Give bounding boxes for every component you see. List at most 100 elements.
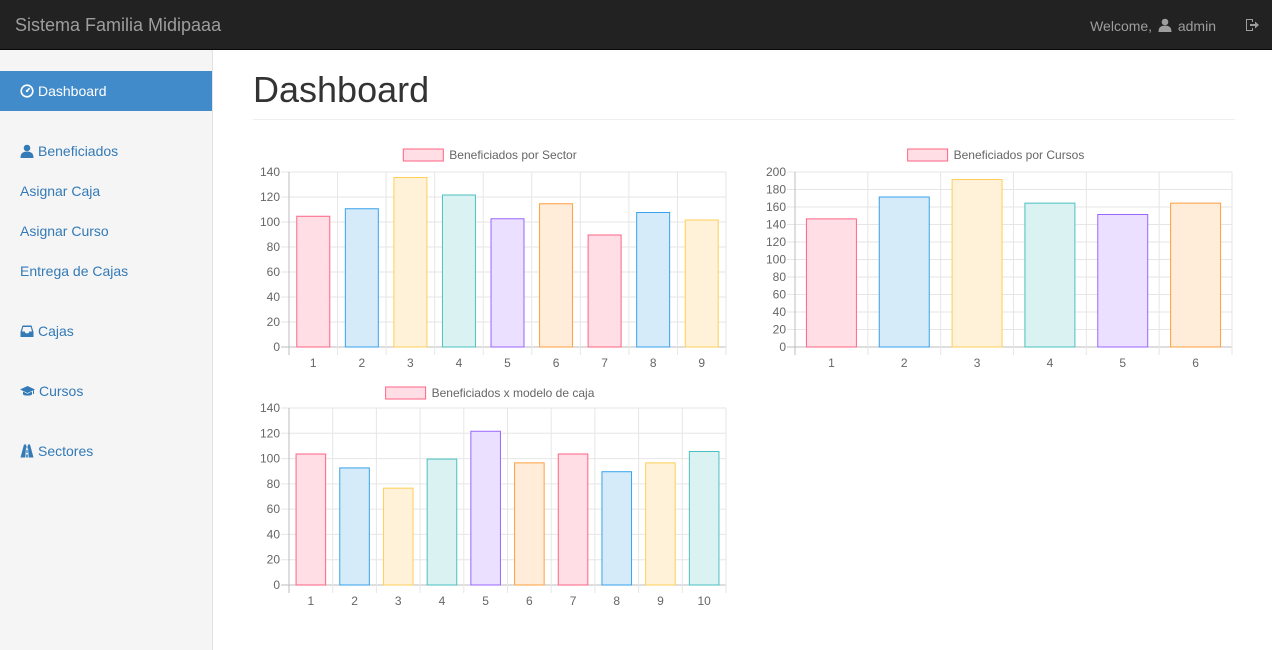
sidebar-item-sectores[interactable]: Sectores: [0, 431, 212, 471]
x-tick-label: 9: [657, 594, 664, 608]
sidebar-item-asignar-caja[interactable]: Asignar Caja: [0, 171, 212, 211]
bar[interactable]: [339, 467, 370, 586]
sidebar-item-label: Cajas: [38, 323, 74, 339]
page-title: Dashboard: [253, 69, 430, 110]
x-tick-label: 1: [310, 356, 317, 370]
x-tick-label: 6: [526, 594, 533, 608]
sidebar-item-label: Dashboard: [38, 83, 107, 99]
username: admin: [1177, 18, 1216, 34]
y-tick-label: 80: [773, 270, 787, 284]
sidebar-item-label: Cursos: [39, 383, 84, 399]
sidebar-item-label: Asignar Curso: [20, 223, 109, 239]
y-tick-label: 0: [273, 578, 280, 592]
bar[interactable]: [393, 177, 428, 348]
y-tick-label: 120: [766, 235, 786, 249]
logout-icon[interactable]: [1244, 17, 1260, 33]
x-tick-label: 8: [613, 594, 620, 608]
bar[interactable]: [296, 215, 331, 348]
bar[interactable]: [539, 203, 574, 348]
y-tick-label: 20: [773, 323, 787, 337]
bar[interactable]: [805, 218, 857, 348]
chart-legend[interactable]: Beneficiados por Sector: [402, 148, 577, 162]
inbox-icon: [20, 325, 34, 337]
bar-chart-svg: Beneficiados por Sector02040608010012014…: [260, 148, 727, 370]
x-tick-label: 7: [601, 356, 608, 370]
road-icon: [20, 444, 34, 458]
y-tick-label: 100: [766, 253, 786, 267]
sidebar: Dashboard Beneficiados Asignar Caja Asig…: [0, 50, 213, 650]
bar[interactable]: [951, 179, 1003, 348]
bar[interactable]: [382, 487, 414, 586]
legend-swatch: [385, 386, 427, 400]
legend-label: Beneficiados por Cursos: [954, 148, 1085, 162]
x-tick-label: 3: [395, 594, 402, 608]
x-tick-label: 5: [482, 594, 489, 608]
bar[interactable]: [557, 453, 589, 586]
y-tick-label: 0: [779, 340, 786, 354]
x-tick-label: 9: [698, 356, 705, 370]
bar[interactable]: [601, 471, 633, 586]
user-icon: [1158, 18, 1172, 32]
x-tick-label: 4: [456, 356, 463, 370]
bar[interactable]: [1097, 214, 1149, 348]
x-tick-label: 2: [901, 356, 908, 370]
y-tick-label: 200: [766, 165, 786, 179]
y-tick-label: 100: [260, 215, 280, 229]
x-tick-label: 4: [1047, 356, 1054, 370]
bar-chart-svg: Beneficiados por Cursos02040608010012014…: [766, 148, 1233, 370]
sidebar-item-cursos[interactable]: Cursos: [0, 371, 212, 411]
bar[interactable]: [645, 462, 676, 586]
bar[interactable]: [344, 208, 379, 348]
bar[interactable]: [636, 212, 671, 348]
y-tick-label: 40: [267, 290, 281, 304]
bar[interactable]: [684, 219, 719, 348]
bar[interactable]: [441, 194, 476, 348]
sidebar-item-entrega-de-cajas[interactable]: Entrega de Cajas: [0, 251, 212, 291]
bar[interactable]: [878, 196, 930, 348]
bar[interactable]: [426, 458, 458, 586]
welcome-user[interactable]: Welcome, admin: [1090, 17, 1216, 35]
y-tick-label: 120: [260, 190, 280, 204]
sidebar-item-label: Entrega de Cajas: [20, 263, 129, 279]
y-tick-label: 180: [766, 183, 786, 197]
x-tick-label: 6: [553, 356, 560, 370]
y-tick-label: 40: [773, 305, 787, 319]
sidebar-item-beneficiados[interactable]: Beneficiados: [0, 131, 212, 171]
chart-beneficiados-por-cursos: Beneficiados por Cursos 0 20 40 60 80 100 120 14…: [755, 140, 1240, 375]
graduation-cap-icon: [20, 386, 35, 396]
sidebar-item-label: Beneficiados: [38, 143, 119, 159]
x-tick-label: 2: [358, 356, 365, 370]
y-tick-label: 40: [267, 527, 281, 541]
x-tick-label: 6: [1192, 356, 1199, 370]
legend-label: Beneficiados por Sector: [449, 148, 576, 162]
x-tick-label: 2: [351, 594, 358, 608]
x-tick-label: 10: [697, 594, 711, 608]
bar[interactable]: [688, 450, 720, 586]
bar[interactable]: [514, 462, 545, 586]
y-tick-label: 20: [267, 315, 281, 329]
y-tick-label: 160: [766, 200, 786, 214]
bar[interactable]: [1170, 202, 1222, 348]
y-tick-label: 80: [267, 240, 281, 254]
chart-legend[interactable]: Beneficiados x modelo de caja: [385, 386, 595, 400]
chart-beneficiados-por-sector: Beneficiados por Sector 0 20 40 60 80 100 120 14…: [250, 140, 730, 375]
chart-legend[interactable]: Beneficiados por Cursos: [907, 148, 1085, 162]
y-tick-label: 140: [260, 401, 280, 415]
bar[interactable]: [295, 453, 327, 586]
bar[interactable]: [490, 218, 525, 348]
x-tick-label: 4: [439, 594, 446, 608]
bar[interactable]: [587, 234, 622, 348]
sidebar-item-asignar-curso[interactable]: Asignar Curso: [0, 211, 212, 251]
chart-beneficiados-x-modelo-de-caja: Beneficiados x modelo de caja 0 20 40 60 80 10…: [250, 378, 730, 613]
sidebar-item-dashboard[interactable]: Dashboard: [0, 71, 212, 111]
x-tick-label: 3: [974, 356, 981, 370]
legend-label: Beneficiados x modelo de caja: [432, 386, 595, 400]
brand-title[interactable]: Sistema Familia Midipaaa: [15, 15, 221, 35]
bar[interactable]: [470, 430, 501, 586]
title-divider: [253, 119, 1235, 120]
legend-swatch: [907, 148, 949, 162]
y-tick-label: 140: [766, 218, 786, 232]
bar[interactable]: [1024, 202, 1076, 348]
sidebar-item-cajas[interactable]: Cajas: [0, 311, 212, 351]
dashboard-icon: [20, 84, 34, 98]
